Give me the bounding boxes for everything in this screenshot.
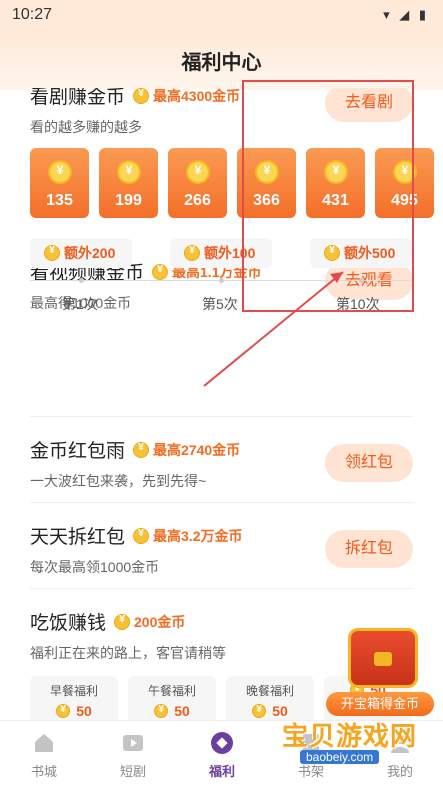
reward-card[interactable]: 135 [30,148,89,218]
chest-label: 开宝箱得金币 [326,692,434,716]
coin-icon [133,88,150,104]
welfare-icon [211,732,233,754]
home-icon [35,734,53,752]
coin-icon [154,704,169,718]
task-daily-unpack: 天天拆红包 最高3.2万金币 每次最高领1000金币 拆红包 [30,522,413,577]
status-time: 10:27 [12,6,53,23]
meal-slot-breakfast[interactable]: 早餐福利 50 [30,676,118,720]
task-reward: 最高2740金币 [153,441,241,458]
divider [30,416,413,417]
divider [30,588,413,589]
play-icon [123,735,143,751]
coin-icon [186,160,210,184]
tab-welfare[interactable]: 福利 [192,731,252,780]
coin-icon [252,704,267,718]
page-title: 福利中心 [181,52,262,74]
watermark-logo: 宝贝游戏网 baobeiy.com [282,716,422,768]
coin-icon [48,160,72,184]
meal-slot-lunch[interactable]: 午餐福利 50 [128,676,216,720]
watermark-title: 宝贝游戏网 [282,721,418,751]
step-label: 第5次 [202,296,238,312]
coin-icon [44,245,60,261]
reward-card[interactable]: 266 [168,148,227,218]
tab-bookstore[interactable]: 书城 [14,731,74,780]
coin-icon [56,704,71,718]
task-reward: 200金币 [134,613,186,630]
coin-icon [133,527,150,544]
coin-icon [117,160,141,184]
chest-lock-icon [374,652,392,666]
coin-icon [114,613,131,630]
annotation-box [242,80,414,312]
tab-short-drama[interactable]: 短剧 [103,731,163,780]
task-reward: 最高4300金币 [153,88,241,104]
meal-slot-dinner[interactable]: 晚餐福利 50 [226,676,314,720]
unpack-red-packet-button[interactable]: 拆红包 [325,530,413,568]
progress-dot [79,278,84,283]
reward-card[interactable]: 199 [99,148,158,218]
coin-icon [184,245,200,261]
task-name: 吃饭赚钱 [30,613,107,634]
bonus-pill: 额外200 [30,238,132,268]
coin-icon [133,441,150,458]
claim-red-packet-button[interactable]: 领红包 [325,444,413,482]
task-name: 金币红包雨 [30,441,126,462]
task-reward: 最高3.2万金币 [153,527,243,544]
divider [30,502,413,503]
task-red-packet-rain: 金币红包雨 最高2740金币 一大波红包来袭，先到先得~ 领红包 [30,436,413,491]
watermark-url: baobeiy.com [300,750,380,764]
step-label: 第1次 [62,296,98,312]
progress-dot [219,278,224,283]
status-icons: ▾ ◢ ▮ [383,7,429,22]
status-bar: 10:27 ▾ ◢ ▮ [0,0,443,30]
treasure-chest[interactable]: 开宝箱得金币 [326,618,440,716]
task-name: 天天拆红包 [30,527,126,548]
task-name: 看剧赚金币 [30,88,126,108]
